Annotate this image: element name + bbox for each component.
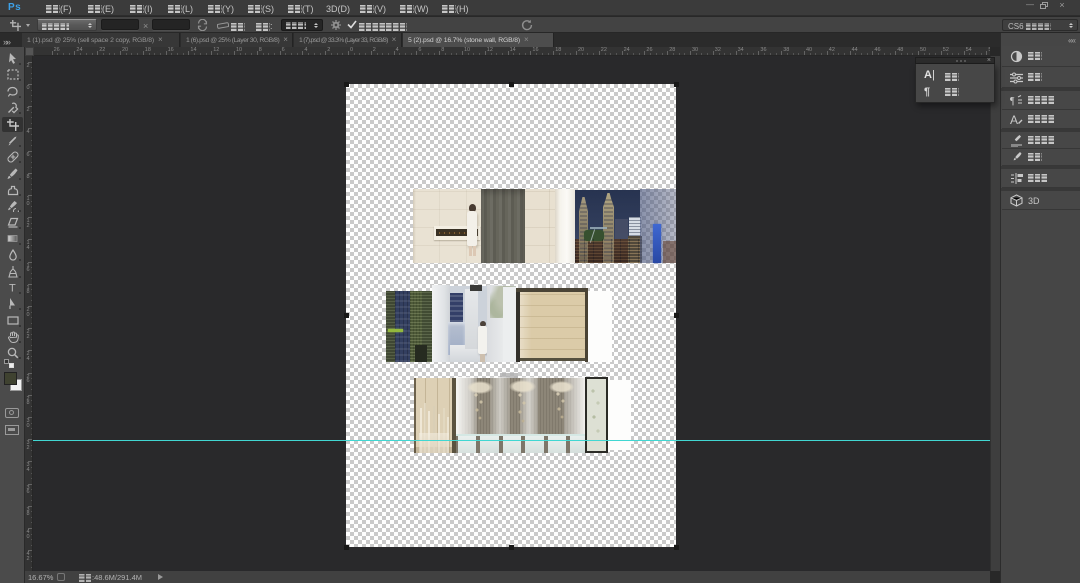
svg-text:A: A xyxy=(1010,113,1018,126)
svg-text:¶: ¶ xyxy=(1010,96,1015,107)
svg-text:T: T xyxy=(9,283,16,294)
